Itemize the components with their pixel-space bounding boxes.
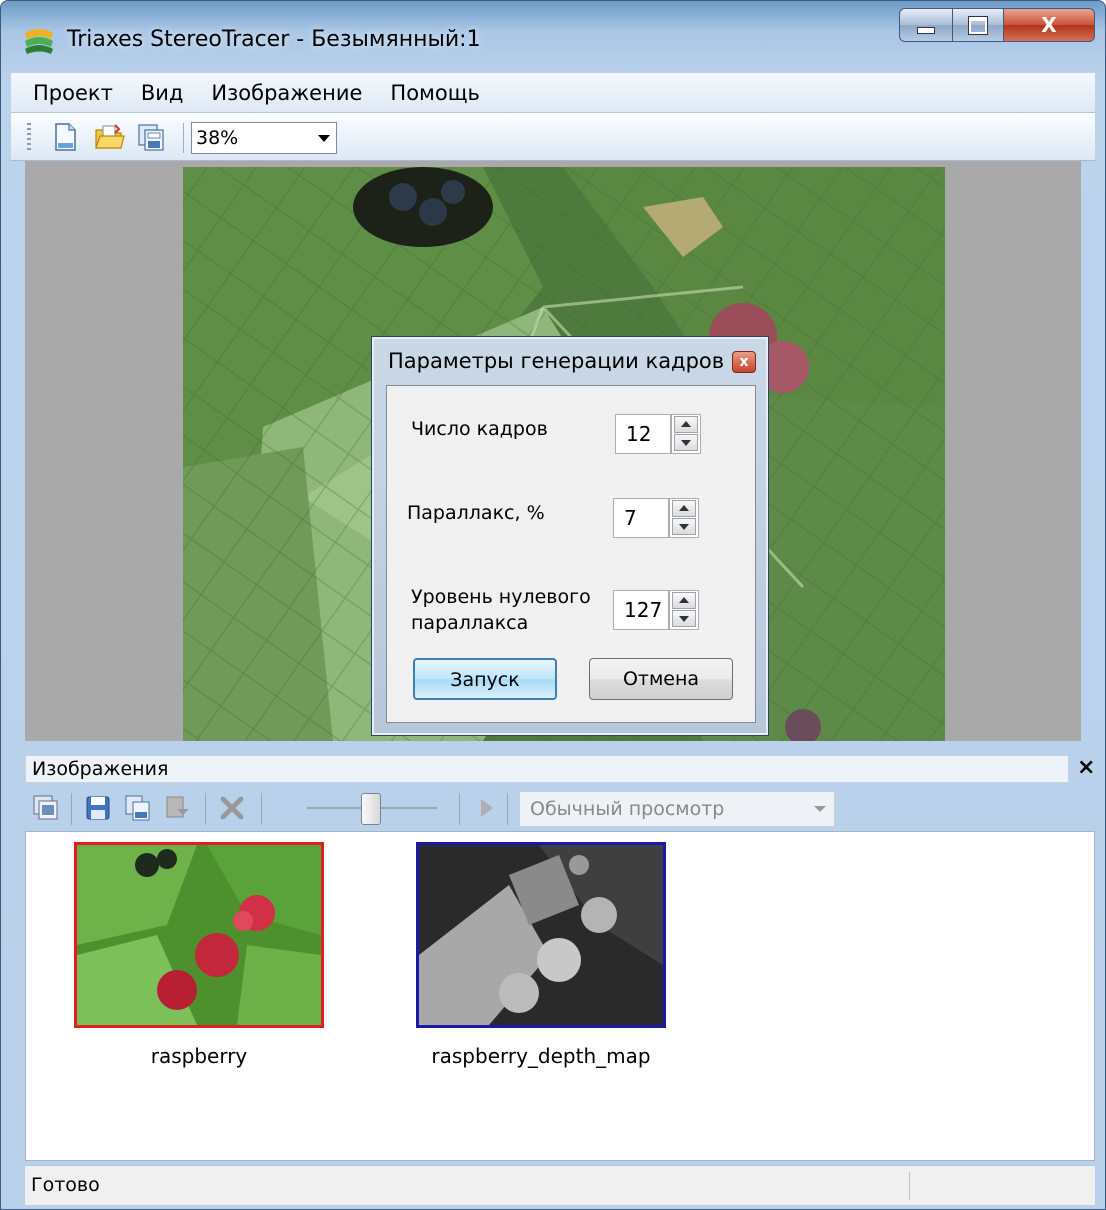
dialog-close-button[interactable]: x	[732, 351, 756, 373]
frames-input[interactable]: 12	[615, 414, 671, 454]
toolbar-separator	[183, 123, 184, 153]
thumbnail-label: raspberry_depth_map	[431, 1044, 651, 1068]
frames-spinner: 12	[615, 414, 701, 454]
menu-project[interactable]: Проект	[33, 81, 113, 105]
depth-map-thumbnail-image	[419, 845, 663, 1025]
delete-icon	[220, 796, 244, 820]
menu-view[interactable]: Вид	[141, 81, 184, 105]
frames-increment-button[interactable]	[674, 416, 698, 433]
dialog-title: Параметры генерации кадров	[388, 349, 725, 373]
main-toolbar: 38%	[11, 113, 1095, 161]
menu-bar: Проект Вид Изображение Помощь	[11, 73, 1095, 113]
window-title: Triaxes StereoTracer - Безымянный:1	[67, 27, 481, 52]
app-window: Triaxes StereoTracer - Безымянный:1 X Пр…	[0, 0, 1106, 1210]
frame-generation-dialog: Параметры генерации кадров x Число кадро…	[371, 336, 769, 736]
menu-help[interactable]: Помощь	[390, 81, 480, 105]
arrow-up-icon	[681, 421, 691, 427]
images-panel-title: Изображения	[32, 758, 169, 780]
zoom-value: 38%	[196, 127, 239, 149]
save-icon[interactable]	[83, 793, 113, 823]
frames-decrement-button[interactable]	[674, 434, 698, 451]
play-icon	[481, 799, 493, 817]
maximize-button[interactable]	[952, 8, 1004, 42]
start-button[interactable]: Запуск	[413, 658, 557, 700]
cancel-button[interactable]: Отмена	[589, 658, 733, 700]
thumbnail-raspberry-depth-map[interactable]	[416, 842, 666, 1028]
dialog-body: Число кадров 12 Параллакс, % 7 Уровень н…	[386, 385, 756, 723]
minimize-icon	[917, 26, 935, 34]
parallax-increment-button[interactable]	[672, 500, 696, 517]
thumbnail-label: raspberry	[150, 1044, 248, 1068]
status-text: Готово	[31, 1174, 100, 1196]
parallax-label: Параллакс, %	[407, 502, 545, 524]
parallax-input[interactable]: 7	[613, 498, 669, 538]
parallax-spinner: 7	[613, 498, 699, 538]
zero-parallax-spinner: 127	[613, 590, 699, 630]
close-icon: X	[1041, 13, 1057, 37]
arrow-down-icon	[679, 616, 689, 622]
zero-parallax-label-line2: параллакса	[411, 612, 529, 634]
status-bar: Готово	[25, 1165, 1095, 1205]
minimize-button[interactable]	[899, 8, 953, 42]
images-toolbar: Обычный просмотр	[25, 785, 1085, 831]
images-panel-close-icon[interactable]: ×	[1077, 755, 1095, 780]
frames-label: Число кадров	[411, 418, 548, 440]
new-document-icon[interactable]	[49, 121, 81, 153]
stereotracer-logo-icon	[25, 29, 53, 54]
images-panel-header: Изображения	[25, 755, 1069, 783]
thumbnails-view-icon[interactable]	[31, 793, 61, 823]
save-copy-icon[interactable]	[135, 121, 167, 153]
save-as-icon[interactable]	[123, 793, 153, 823]
title-bar[interactable]: Triaxes StereoTracer - Безымянный:1 X	[1, 1, 1105, 73]
maximize-icon	[968, 15, 988, 35]
export-icon	[166, 796, 189, 818]
zero-parallax-decrement-button[interactable]	[672, 610, 696, 627]
zero-parallax-label: Уровень нулевого	[411, 586, 591, 608]
toolbar-grip[interactable]	[27, 123, 31, 151]
view-mode-value: Обычный просмотр	[530, 798, 725, 820]
chevron-down-icon[interactable]	[318, 135, 330, 142]
parallax-decrement-button[interactable]	[672, 518, 696, 535]
arrow-down-icon	[681, 440, 691, 446]
thumbnail-raspberry[interactable]	[74, 842, 324, 1028]
zero-parallax-increment-button[interactable]	[672, 592, 696, 609]
arrow-up-icon	[679, 597, 689, 603]
zero-parallax-input[interactable]: 127	[613, 590, 669, 630]
view-mode-select: Обычный просмотр	[519, 791, 835, 827]
thumbnails-area: raspberry raspberry_depth_map	[25, 831, 1095, 1161]
zoom-select[interactable]: 38%	[191, 122, 337, 154]
arrow-down-icon	[679, 524, 689, 530]
arrow-up-icon	[679, 505, 689, 511]
menu-image[interactable]: Изображение	[211, 81, 362, 105]
thumbnail-size-slider[interactable]	[361, 793, 381, 825]
chevron-down-icon	[814, 806, 826, 812]
open-folder-icon[interactable]	[93, 121, 125, 153]
raspberry-thumbnail-image	[77, 845, 321, 1025]
close-button[interactable]: X	[1003, 8, 1095, 42]
